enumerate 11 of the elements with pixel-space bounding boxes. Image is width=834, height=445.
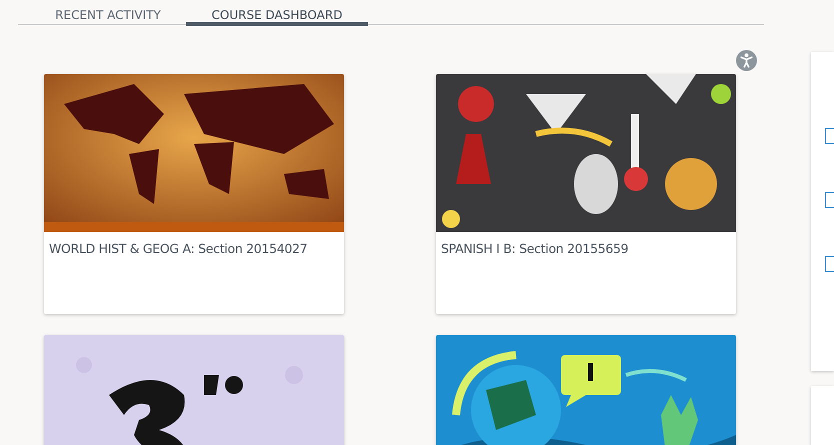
checkbox-icon[interactable] (825, 256, 834, 272)
tab[interactable]: RECENT ACTIVITY (30, 0, 186, 26)
checkbox-icon[interactable] (825, 192, 834, 208)
course-card[interactable]: SPANISH I B: Section 20155659 (436, 74, 736, 314)
course-title: SPANISH I B: Section 20155659 (440, 240, 630, 258)
course-title: WORLD HIST & GEOG A: Section 20154027 (48, 240, 308, 258)
tab[interactable]: COURSE DASHBOARD (186, 0, 368, 26)
checkbox-icon[interactable] (825, 128, 834, 144)
course-card[interactable]: WORLD HIST & GEOG A: Section 20154027 (44, 74, 344, 314)
side-panel (811, 386, 834, 445)
accessibility-icon[interactable] (736, 50, 757, 71)
